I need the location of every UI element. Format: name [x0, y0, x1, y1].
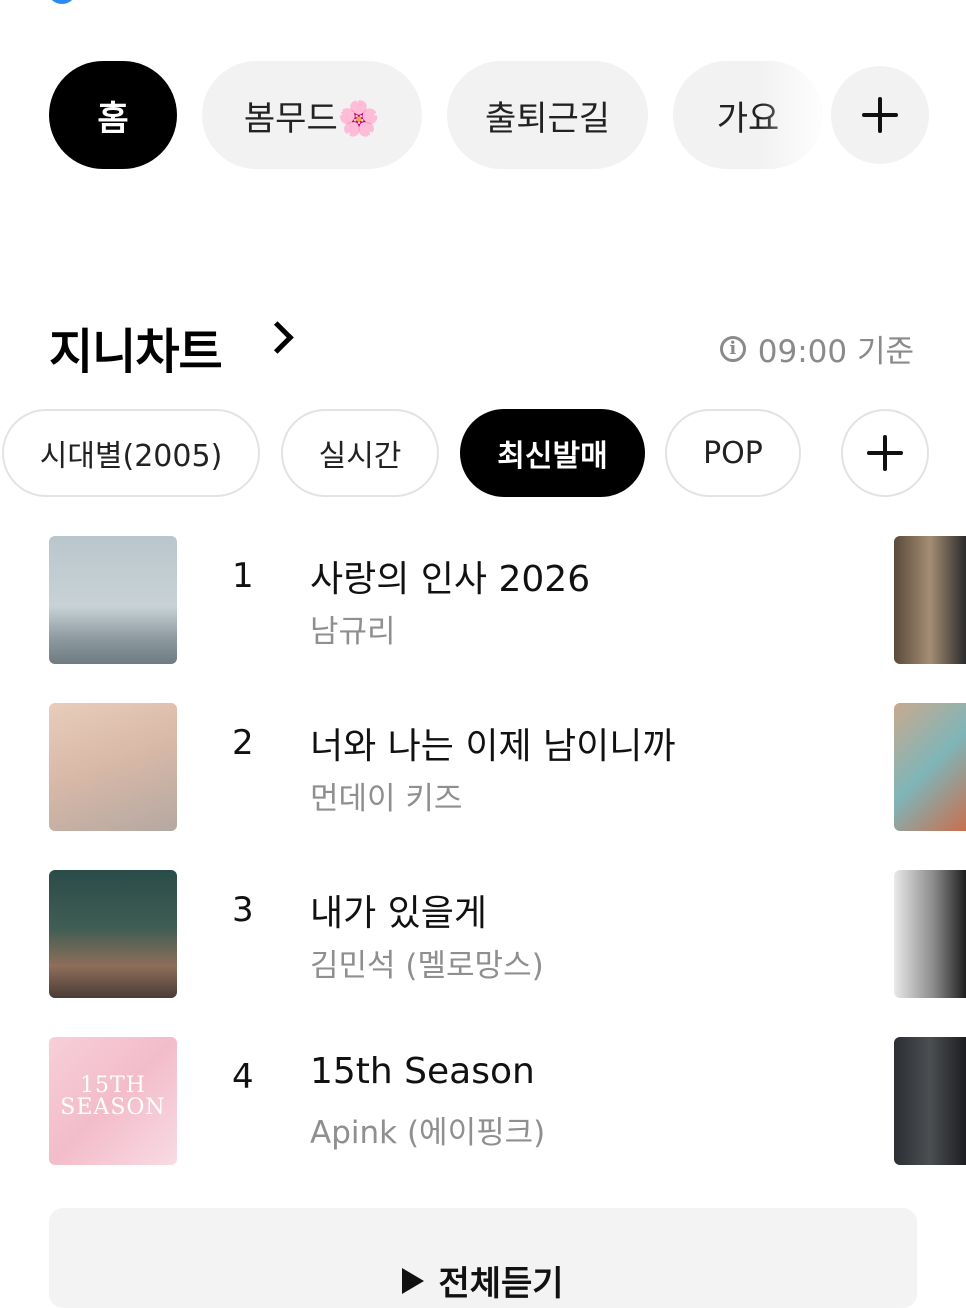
chip-realtime[interactable]: 실시간 [281, 409, 439, 497]
info-icon[interactable]: i [719, 335, 746, 362]
album-cover [49, 536, 177, 664]
app-indicator-dot [47, 0, 77, 4]
song-title: 15th Season [310, 1051, 535, 1092]
album-cover: 15TH SEASON [49, 1037, 177, 1165]
chart-rank: 2 [232, 723, 254, 763]
next-column-cover[interactable] [894, 870, 966, 998]
add-tab-button[interactable] [831, 66, 929, 164]
artist-name: 남규리 [310, 614, 396, 650]
chevron-right-icon[interactable] [261, 321, 294, 354]
tab-home[interactable]: 홈 [49, 61, 177, 169]
chip-pop[interactable]: POP [665, 409, 801, 497]
song-title: 내가 있을게 [310, 893, 488, 934]
next-column-cover[interactable] [894, 1037, 966, 1165]
section-title[interactable]: 지니차트 [49, 312, 223, 382]
tab-commute[interactable]: 출퇴근길 [447, 61, 648, 169]
album-cover-text: 15TH SEASON [60, 1073, 166, 1120]
artist-name: Apink (에이핑크) [310, 1115, 546, 1151]
next-column-cover[interactable] [894, 703, 966, 831]
tab-spring-mood[interactable]: 봄무드🌸 [202, 61, 422, 169]
play-icon [402, 1267, 425, 1294]
play-all-button[interactable]: 전체듣기 [49, 1208, 917, 1308]
add-chip-button[interactable] [841, 409, 929, 497]
album-cover [49, 703, 177, 831]
chart-rank: 4 [232, 1057, 254, 1097]
chart-filter-chips: 시대별(2005) 실시간 최신발매 POP [0, 409, 966, 497]
chart-rank: 3 [232, 890, 254, 930]
song-title: 사랑의 인사 2026 [310, 559, 591, 600]
update-time: 09:00 기준 [757, 334, 914, 370]
chart-update-info: i 09:00 기준 [719, 326, 914, 371]
album-cover [49, 870, 177, 998]
song-title: 너와 나는 이제 남이니까 [310, 726, 676, 767]
plus-icon [862, 97, 898, 133]
chart-row[interactable]: 3 내가 있을게 김민석 (멜로망스) [0, 870, 966, 998]
tab-kpop[interactable]: 가요 [673, 61, 823, 169]
chip-new-release[interactable]: 최신발매 [460, 409, 645, 497]
artist-name: 먼데이 키즈 [310, 781, 463, 817]
chart-row[interactable]: 1 사랑의 인사 2026 남규리 [0, 536, 966, 664]
next-column-cover[interactable] [894, 536, 966, 664]
chart-row[interactable]: 2 너와 나는 이제 남이니까 먼데이 키즈 [0, 703, 966, 831]
chart-rank: 1 [232, 556, 254, 596]
chart-row[interactable]: 15TH SEASON 4 15th Season Apink (에이핑크) [0, 1037, 966, 1165]
artist-name: 김민석 (멜로망스) [310, 948, 544, 984]
play-all-label: 전체듣기 [438, 1264, 564, 1304]
chip-era[interactable]: 시대별(2005) [2, 409, 260, 497]
plus-icon [867, 435, 903, 471]
top-tab-bar: 홈 봄무드🌸 출퇴근길 가요 [0, 61, 966, 169]
